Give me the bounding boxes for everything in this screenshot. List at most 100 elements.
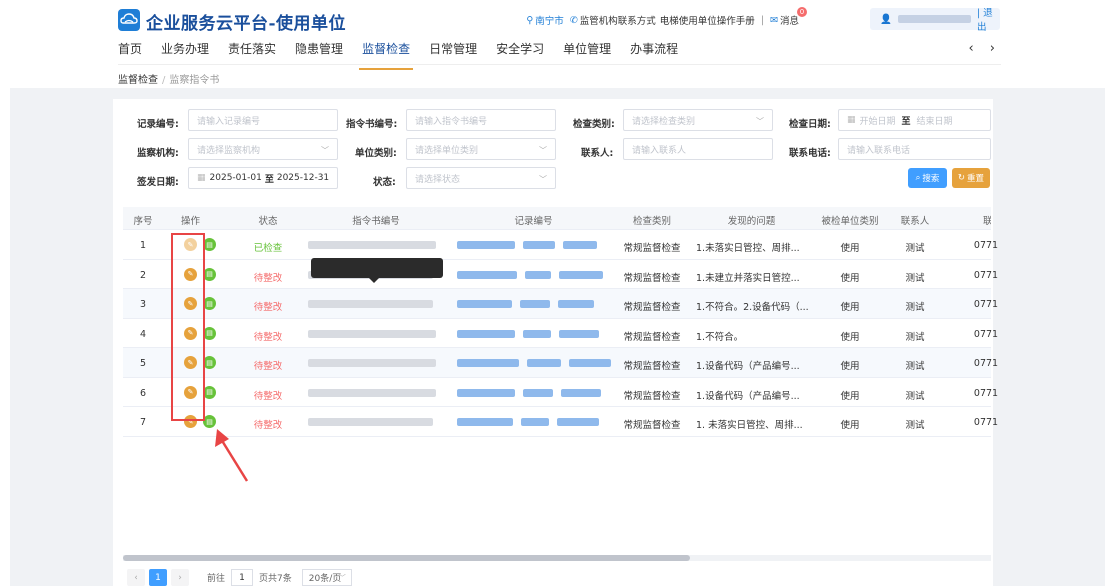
unit-type-text: 使用 xyxy=(840,302,860,313)
reset-button[interactable]: ↻ 重置 xyxy=(952,168,990,188)
contact-input[interactable]: 请输入联系人 xyxy=(623,138,773,160)
row-index: 7 xyxy=(139,417,147,428)
nav-item-learning[interactable]: 安全学习 xyxy=(496,40,544,64)
row-index: 3 xyxy=(139,299,147,310)
check-type-text: 常规监督检查 xyxy=(623,420,681,431)
location-link[interactable]: ⚲ 南宁市 xyxy=(526,13,563,28)
next-page-button[interactable]: › xyxy=(171,569,189,586)
unit-type-text: 使用 xyxy=(840,390,860,402)
nav-item-unit[interactable]: 单位管理 xyxy=(563,40,611,64)
table-row: 3 ✎ ▤ 待整改 常规监督检查 1.不符合。2.设备代码（... 使用 测试 0771 xyxy=(123,289,998,319)
contact-text: 测试 xyxy=(905,243,925,254)
unit-type-label: 单位类别: xyxy=(355,148,397,159)
main-nav: 首页 业务办理 责任落实 隐患管理 监督检查 日常管理 安全学习 单位管理 办事… xyxy=(118,40,697,70)
col-check-type: 检查类别 xyxy=(632,216,671,227)
nav-item-supervision[interactable]: 监督检查 xyxy=(359,40,414,70)
nav-item-home[interactable]: 首页 xyxy=(118,40,142,64)
record-no-label: 记录编号: xyxy=(137,119,179,130)
record-no-link-redacted[interactable] xyxy=(523,388,553,397)
check-type-text: 常规监督检查 xyxy=(623,243,681,254)
order-no-redacted xyxy=(308,418,433,426)
record-no-link-redacted[interactable] xyxy=(569,359,611,367)
unit-type-text: 使用 xyxy=(840,243,860,254)
chevron-down-icon: ﹀ xyxy=(756,117,764,126)
phone-text: 0771 xyxy=(973,240,999,251)
record-no-link-redacted[interactable] xyxy=(457,359,519,367)
tooltip-redacted xyxy=(311,258,443,278)
nav-item-responsibility[interactable]: 责任落实 xyxy=(228,40,276,64)
table-row: 1 ✎ ▤ 已检查 常规监督检查 1.未落实日管控、周排... 使用 测试 0771 xyxy=(123,230,998,260)
goto-page-input[interactable]: 1 xyxy=(231,569,254,586)
issue-text: 1.设备代码（产品编号... xyxy=(696,361,800,372)
breadcrumb-current: 监察指令书 xyxy=(169,75,220,86)
page-button-1[interactable]: 1 xyxy=(149,569,167,586)
row-index: 2 xyxy=(139,269,147,281)
status-text: 待整改 xyxy=(253,331,283,343)
contact-link[interactable]: 监管机构联系方式 xyxy=(580,13,656,27)
messages-link[interactable]: ✉ 消息 0 xyxy=(770,7,807,27)
logout-link[interactable]: | 退出 xyxy=(977,5,1000,33)
unit-type-select[interactable]: 请选择单位类别 ﹀ xyxy=(406,138,556,160)
record-no-link-redacted[interactable] xyxy=(559,270,603,279)
table-row: 2 ✎ ▤ 待整改 常规监督检查 1.未建立并落实日管控... 使用 测试 0771 xyxy=(123,260,998,289)
row-index: 6 xyxy=(139,387,147,399)
annotation-highlight-box xyxy=(171,233,205,421)
unit-type-text: 使用 xyxy=(840,361,860,372)
unit-type-text: 使用 xyxy=(840,331,860,343)
pagination: ‹ 1 › 前往 1 页共7条 20条/页 ﹀ xyxy=(127,569,352,586)
prev-page-button[interactable]: ‹ xyxy=(127,569,145,586)
phone-input[interactable]: 请输入联系电话 xyxy=(838,138,991,160)
record-no-link-redacted[interactable] xyxy=(457,300,512,308)
contact-label: 联系人: xyxy=(581,148,614,159)
page-size-select[interactable]: 20条/页 ﹀ xyxy=(301,569,352,586)
nav-item-business[interactable]: 业务办理 xyxy=(161,40,209,64)
status-select[interactable]: 请选择状态 ﹀ xyxy=(406,167,556,189)
nav-item-process[interactable]: 办事流程 xyxy=(630,40,678,64)
row-index: 1 xyxy=(139,240,147,251)
contact-text: 测试 xyxy=(905,420,925,431)
record-no-link-redacted[interactable] xyxy=(525,270,551,279)
record-no-link-redacted[interactable] xyxy=(457,329,515,338)
col-contact: 联系人 xyxy=(900,216,930,227)
record-no-link-redacted[interactable] xyxy=(527,359,561,367)
record-no-link-redacted[interactable] xyxy=(561,388,601,397)
record-no-link-redacted[interactable] xyxy=(457,418,513,426)
record-no-link-redacted[interactable] xyxy=(559,329,599,338)
app-logo xyxy=(118,9,140,31)
issue-text: 1. 未落实日管控、周排... xyxy=(696,420,803,431)
breadcrumb-root[interactable]: 监督检查 xyxy=(118,75,158,86)
issue-date-range[interactable]: ▦ 2025-01-01 至 2025-12-31 xyxy=(188,167,338,189)
scrollbar-thumb[interactable] xyxy=(123,555,690,561)
phone-text: 0771 xyxy=(973,387,999,399)
check-type-select[interactable]: 请选择检查类别 ﹀ xyxy=(623,109,773,131)
record-no-link-redacted[interactable] xyxy=(523,241,555,249)
record-no-link-redacted[interactable] xyxy=(523,329,551,338)
manual-link[interactable]: 电梯使用单位操作手册 xyxy=(660,13,755,27)
phone-text: 0771 xyxy=(973,269,999,281)
search-button[interactable]: ⌕ 搜索 xyxy=(908,168,947,188)
table-row: 6 ✎ ▤ 待整改 常规监督检查 1.设备代码（产品编号... 使用 测试 0771 xyxy=(123,378,998,407)
nav-item-hazard[interactable]: 隐患管理 xyxy=(295,40,343,64)
location-pin-icon: ⚲ xyxy=(526,14,534,26)
horizontal-scrollbar[interactable] xyxy=(123,555,991,561)
chevron-down-icon: ﹀ xyxy=(338,573,346,582)
record-no-link-redacted[interactable] xyxy=(563,241,597,249)
issue-text: 1.未落实日管控、周排... xyxy=(696,243,800,254)
record-no-link-redacted[interactable] xyxy=(521,418,549,426)
total-label: 页共7条 xyxy=(259,574,292,584)
record-no-link-redacted[interactable] xyxy=(457,270,517,279)
record-no-link-redacted[interactable] xyxy=(558,300,594,308)
check-date-range[interactable]: ▦ 开始日期至结束日期 xyxy=(838,109,991,131)
check-type-text: 常规监督检查 xyxy=(623,302,681,313)
record-no-link-redacted[interactable] xyxy=(557,418,599,426)
issue-text: 1.不符合。2.设备代码（... xyxy=(696,302,809,313)
nav-scroll-arrows[interactable]: ‹ › xyxy=(968,41,1001,56)
record-no-link-redacted[interactable] xyxy=(457,241,515,249)
record-no-link-redacted[interactable] xyxy=(520,300,550,308)
record-no-link-redacted[interactable] xyxy=(457,388,515,397)
order-no-input[interactable]: 请输入指令书编号 xyxy=(406,109,556,131)
user-menu[interactable]: 👤 | 退出 xyxy=(870,5,1000,33)
agency-select[interactable]: 请选择监察机构 ﹀ xyxy=(188,138,338,160)
record-no-input[interactable]: 请输入记录编号 xyxy=(188,109,338,131)
nav-item-daily[interactable]: 日常管理 xyxy=(429,40,477,64)
